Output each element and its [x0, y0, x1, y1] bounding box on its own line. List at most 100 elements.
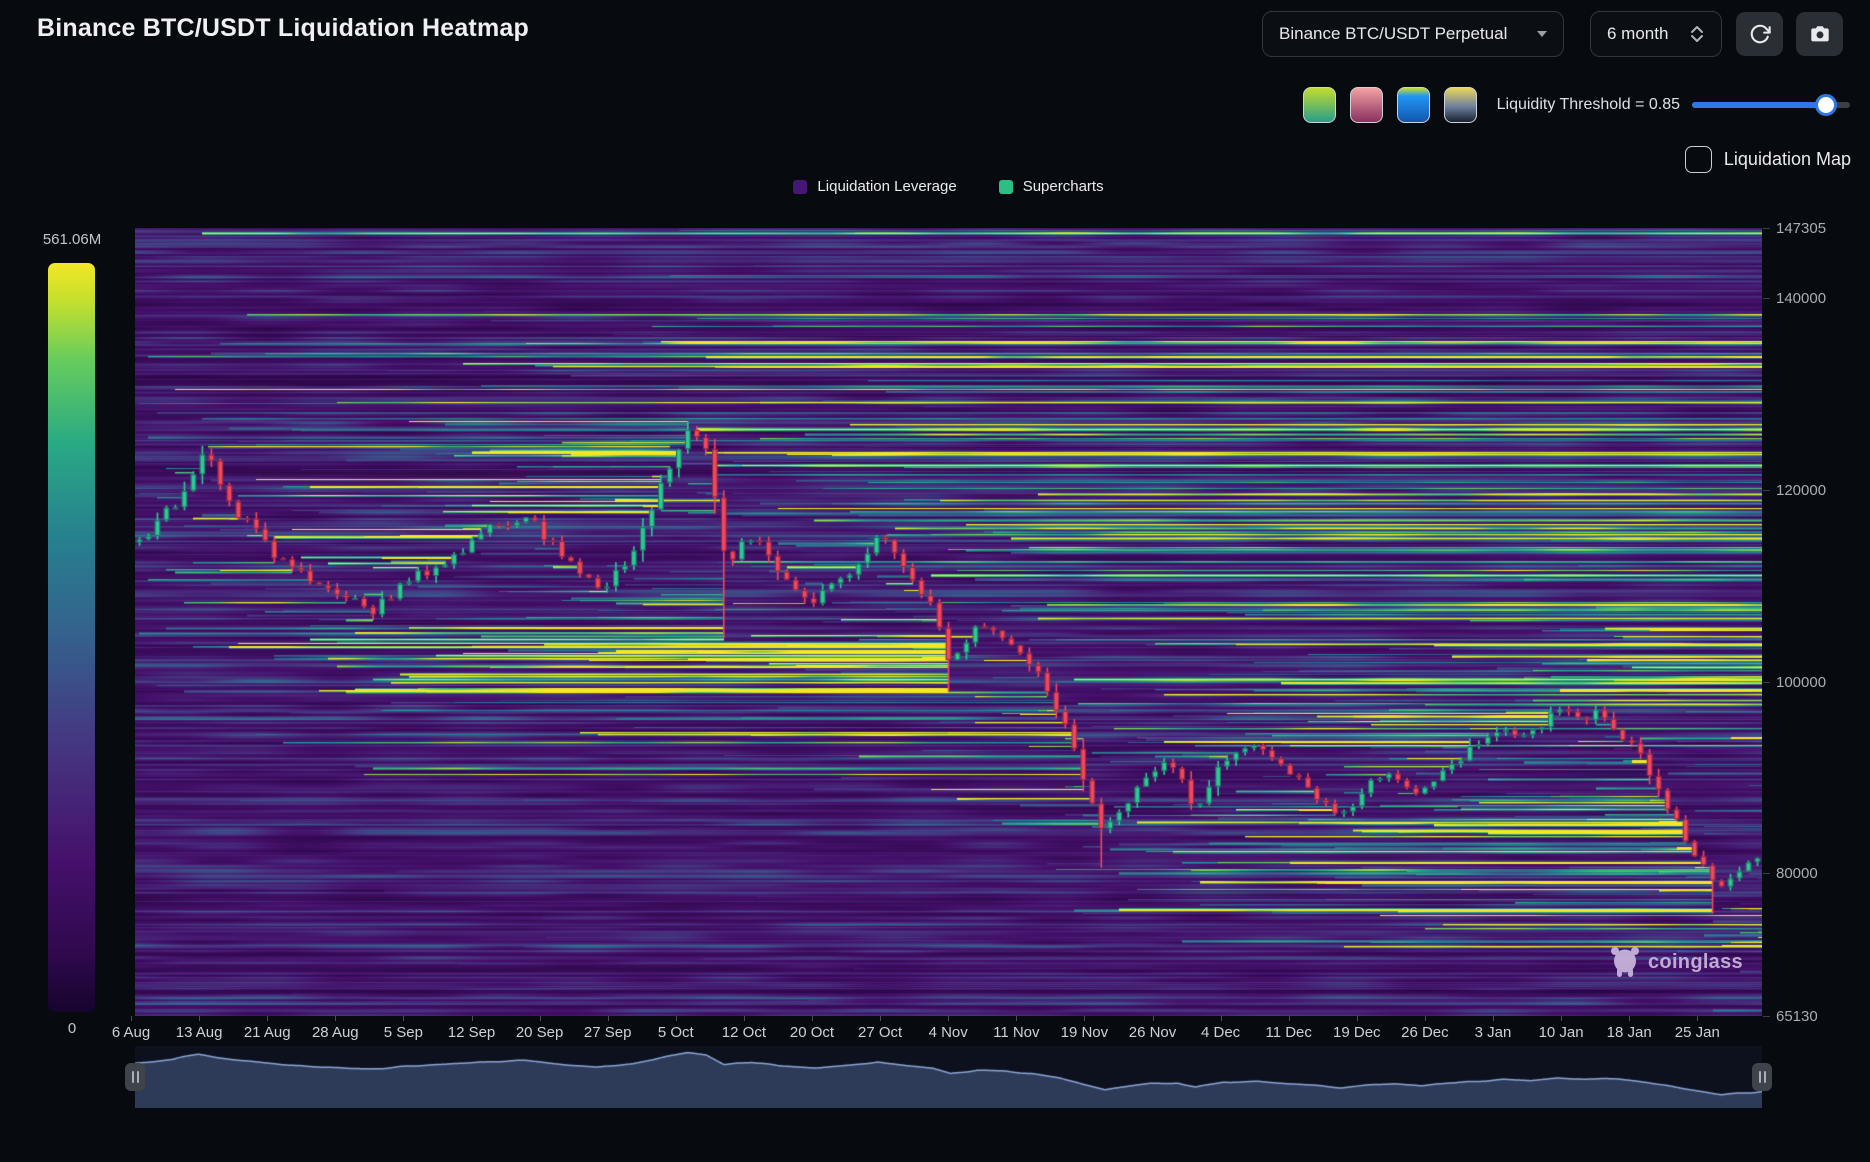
date-axis-tick — [1152, 1016, 1154, 1021]
date-axis-label: 12 Oct — [721, 1024, 766, 1041]
date-axis-tick — [403, 1016, 405, 1021]
date-axis-tick — [812, 1016, 813, 1021]
navigator-handle-right[interactable] — [1752, 1063, 1772, 1091]
date-axis-tick — [1697, 1016, 1699, 1021]
date-axis-tick — [1288, 1016, 1290, 1021]
date-axis-label: 27 Oct — [858, 1024, 903, 1041]
palette-swatch-blue[interactable] — [1396, 87, 1430, 123]
date-axis-tick — [1084, 1016, 1086, 1021]
date-axis-label: 5 Sep — [383, 1024, 423, 1041]
date-axis-tick — [880, 1016, 882, 1021]
pause-icon — [136, 1071, 139, 1083]
legend-item[interactable]: Liquidation Leverage — [793, 178, 957, 195]
date-axis-label: 11 Dec — [1265, 1024, 1312, 1041]
price-axis-label: 65130 — [1776, 1008, 1818, 1025]
date-axis-label: 12 Sep — [447, 1024, 496, 1041]
date-axis-label: 4 Dec — [1201, 1024, 1241, 1041]
price-axis-label: 80000 — [1776, 865, 1818, 883]
price-axis-tick — [1763, 298, 1770, 300]
liquidation-map-label: Liquidation Map — [1723, 149, 1851, 169]
date-axis-label: 25 Jan — [1674, 1024, 1720, 1041]
date-axis-tick — [267, 1016, 269, 1021]
date-axis-tick — [607, 1016, 609, 1021]
palette-swatch-gold-navy[interactable] — [1443, 87, 1477, 123]
date-axis-label: 10 Jan — [1538, 1024, 1584, 1041]
heatmap-canvas[interactable] — [135, 228, 1762, 1016]
price-axis-label: 100000 — [1776, 673, 1827, 691]
date-axis-tick — [1493, 1016, 1494, 1021]
price-axis-label: 147305 — [1776, 220, 1827, 237]
date-axis-tick — [131, 1016, 132, 1021]
date-axis-label: 4 Nov — [928, 1024, 968, 1041]
pair-selector[interactable]: Binance BTC/USDT Perpetual — [1262, 11, 1564, 57]
date-axis-label: 18 Jan — [1606, 1024, 1652, 1041]
threshold-slider[interactable] — [1692, 94, 1850, 116]
refresh-button[interactable] — [1736, 12, 1783, 56]
date-axis-label: 26 Nov — [1128, 1024, 1177, 1041]
date-axis-label: 5 Oct — [657, 1024, 694, 1041]
screenshot-button[interactable] — [1796, 12, 1843, 56]
date-axis-tick — [948, 1016, 950, 1021]
camera-icon — [1810, 26, 1829, 42]
palette-swatch-green-teal[interactable] — [1302, 87, 1336, 123]
date-axis-tick — [1356, 1016, 1358, 1021]
date-axis-tick — [471, 1016, 473, 1021]
date-axis-label: 19 Dec — [1333, 1024, 1381, 1041]
price-axis-tick — [1763, 489, 1770, 491]
legend: Liquidation Leverage Supercharts — [135, 178, 1762, 195]
price-axis-tick — [1763, 681, 1770, 683]
pause-icon — [1758, 1071, 1761, 1083]
navigator-canvas[interactable] — [135, 1046, 1762, 1108]
page-title: Binance BTC/USDT Liquidation Heatmap — [37, 14, 529, 42]
colorbar — [48, 263, 95, 1012]
legend-label: Liquidation Leverage — [817, 178, 957, 195]
price-axis-tick — [1763, 1016, 1770, 1017]
liquidation-map-toggle[interactable]: Liquidation Map — [1684, 146, 1851, 173]
date-axis-tick — [743, 1016, 745, 1021]
price-axis-label: 140000 — [1776, 290, 1827, 308]
refresh-icon — [1750, 24, 1771, 44]
date-axis-label: 21 Aug — [243, 1024, 291, 1041]
header-controls: Binance BTC/USDT Perpetual 6 month — [1262, 11, 1843, 57]
price-axis-tick — [1763, 873, 1770, 875]
date-axis-label: 20 Sep — [515, 1024, 564, 1041]
timeframe-selector-label: 6 month — [1607, 24, 1669, 43]
date-axis-tick — [1561, 1016, 1563, 1021]
colorbar-max-label: 561.06M — [42, 231, 102, 248]
date-axis-tick — [675, 1016, 677, 1021]
palette-swatches — [1302, 87, 1491, 123]
liquidation-map-checkbox[interactable] — [1684, 146, 1712, 173]
chevron-updown-icon — [1691, 26, 1703, 42]
date-axis-label: 19 Nov — [1060, 1024, 1109, 1041]
date-axis-label: 13 Aug — [175, 1024, 223, 1041]
slider-fill — [1692, 102, 1827, 108]
caret-down-icon — [1537, 31, 1547, 37]
date-axis-tick — [1220, 1016, 1222, 1021]
legend-swatch — [793, 179, 808, 194]
date-axis-label: 26 Dec — [1401, 1024, 1449, 1041]
app-root: { "header": { "title": "Binance BTC/USDT… — [0, 0, 1870, 1162]
date-axis-label: 28 Aug — [311, 1024, 359, 1041]
navigator-handle-left[interactable] — [125, 1063, 145, 1091]
timeframe-selector[interactable]: 6 month — [1590, 11, 1722, 57]
date-axis-tick — [335, 1016, 337, 1021]
legend-label: Supercharts — [1022, 178, 1104, 195]
date-axis-label: 3 Jan — [1474, 1024, 1512, 1041]
price-axis-label: 120000 — [1776, 481, 1827, 499]
date-axis-tick — [1629, 1016, 1631, 1021]
threshold-label: Liquidity Threshold = 0.85 — [1496, 96, 1680, 113]
pause-icon — [1763, 1071, 1766, 1083]
legend-item[interactable]: Supercharts — [998, 178, 1104, 195]
date-axis-label: 11 Nov — [993, 1024, 1040, 1041]
legend-swatch — [998, 179, 1013, 194]
colorbar-min-label: 0 — [67, 1020, 77, 1037]
pause-icon — [131, 1071, 134, 1083]
palette-swatch-rose[interactable] — [1349, 87, 1383, 123]
slider-thumb[interactable] — [1815, 94, 1838, 116]
heatmap-toolbar: Liquidity Threshold = 0.85 — [1302, 87, 1850, 123]
date-axis-tick — [539, 1016, 541, 1021]
price-axis-tick — [1763, 228, 1770, 229]
date-axis-tick — [199, 1016, 201, 1021]
date-axis-label: 20 Oct — [789, 1024, 835, 1041]
date-axis-tick — [1016, 1016, 1018, 1021]
